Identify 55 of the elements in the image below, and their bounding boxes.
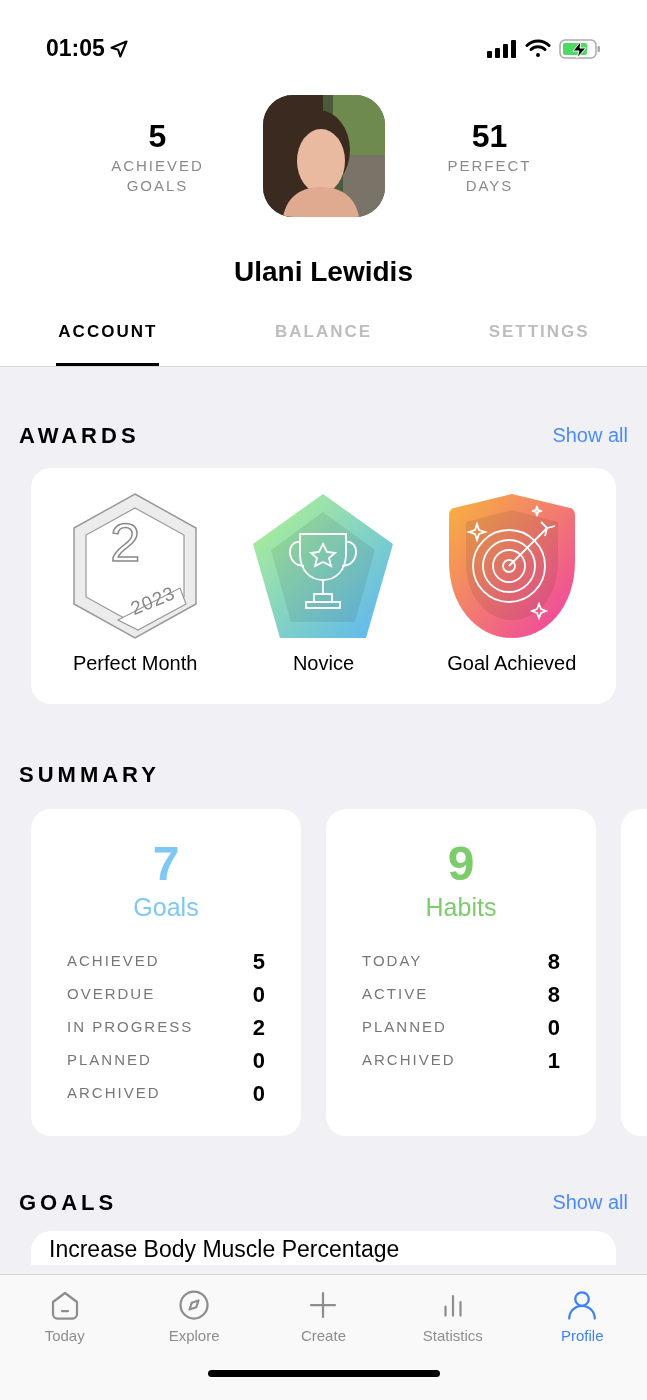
section-title: GOALS (19, 1188, 118, 1217)
tab-bar-item[interactable]: Create (273, 1287, 374, 1348)
summary-title: Habits (425, 891, 497, 923)
summary-row-value: 1 (547, 1046, 560, 1075)
summary-count: 7 (152, 836, 180, 891)
summary-row-value: 2 (252, 1013, 265, 1042)
stat-value: 5 (148, 117, 167, 156)
badge-year: 2023 (127, 581, 179, 620)
summary-row-label: ACHIEVED (67, 950, 160, 971)
tab[interactable]: BALANCE (215, 319, 432, 366)
summary-row-label: OVERDUE (67, 983, 156, 1004)
summary-title: Goals (133, 891, 199, 923)
summary-row-label: ACTIVE (362, 983, 429, 1004)
target-badge-icon (448, 491, 575, 640)
tab-bar-item[interactable]: Today (14, 1287, 115, 1348)
tab[interactable]: SETTINGS (431, 319, 647, 366)
user-name: Ulani Lewidis (234, 255, 413, 289)
summary-row-label: ARCHIVED (67, 1082, 161, 1103)
clock-time: 01:05 (46, 34, 105, 64)
badge-number: 2 (110, 511, 141, 572)
award-label: Novice (292, 650, 355, 676)
summary-row-value: 8 (547, 980, 560, 1009)
stat-value: 51 (471, 117, 508, 156)
summary-row-label: IN PROGRESS (67, 1016, 194, 1037)
section-title: AWARDS (19, 421, 140, 450)
summary-count: 9 (447, 836, 475, 891)
award-label: Goal Achieved (447, 650, 577, 676)
summary-row-value: 8 (547, 947, 560, 976)
summary-row-label: ARCHIVED (362, 1049, 456, 1070)
tab-bar-item[interactable]: Profile (532, 1287, 633, 1348)
summary-row-value: 0 (252, 1079, 265, 1108)
summary-row-value: 5 (252, 947, 265, 976)
award-label: Perfect Month (72, 650, 198, 676)
summary-row-label: PLANNED (67, 1049, 152, 1070)
wifi-icon (525, 39, 551, 58)
goal-title: Increase Body Muscle Percentage (49, 1234, 401, 1263)
show-all-link[interactable]: Show all (552, 420, 628, 450)
battery-charging-icon (559, 38, 601, 59)
location-arrow-icon (108, 38, 129, 59)
section-title: SUMMARY (19, 760, 160, 789)
goal-card[interactable]: Increase Body Muscle Percentage (31, 1230, 616, 1265)
tab[interactable]: ACCOUNT (0, 319, 216, 366)
stat-label: ACHIEVED GOALS (110, 156, 205, 196)
stat-label: PERFECT DAYS (446, 156, 533, 196)
summary-row-value: 0 (252, 980, 265, 1009)
summary-card[interactable]: 9 Habits TODAY 8 ACTIVE 8 PLANNED 0 ARCHIVED 1 (326, 808, 596, 1136)
summary-card[interactable]: 7 Goals ACHIEVED 5 OVERDUE 0 IN PROGRESS 2 PLANNED 0 ARCHIVED 0 (31, 808, 301, 1136)
summary-row-label: TODAY (362, 950, 423, 971)
summary-row-value: 0 (547, 1013, 560, 1042)
signal-icon (487, 39, 517, 58)
show-all-link[interactable]: Show all (552, 1187, 628, 1217)
summary-row-label: PLANNED (362, 1016, 447, 1037)
tab-bar-item[interactable]: Statistics (402, 1287, 503, 1348)
tab-bar-item[interactable]: Explore (144, 1287, 245, 1348)
summary-row-value: 0 (252, 1046, 265, 1075)
